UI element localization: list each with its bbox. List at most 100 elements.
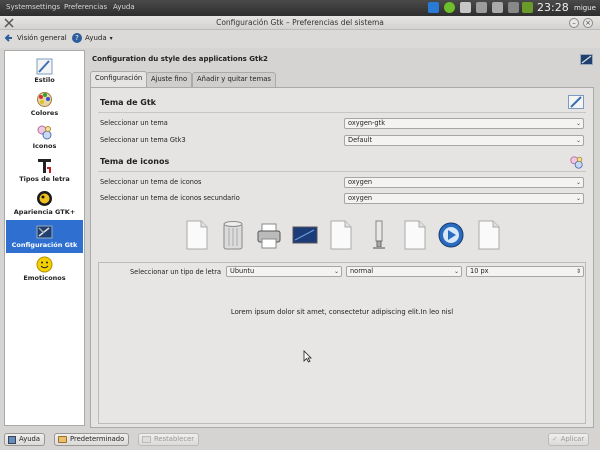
mouse-cursor-icon — [303, 350, 312, 363]
divider — [98, 112, 586, 113]
tab-ajuste-fino[interactable]: Ajuste fino — [146, 72, 193, 87]
printer-icon — [257, 223, 281, 249]
volume-icon[interactable] — [492, 2, 503, 13]
font-style-select[interactable]: normal ⌄ — [346, 266, 462, 277]
help-book-icon — [8, 435, 16, 444]
spin-arrows-icon[interactable]: ⇕ — [576, 267, 581, 276]
help-button[interactable]: Ayuda — [4, 433, 45, 446]
sidebar-item-label: Tipos de letra — [19, 175, 70, 183]
title-bar: Configuración Gtk – Preferencias del sis… — [0, 16, 600, 30]
window-title: Configuración Gtk – Preferencias del sis… — [216, 18, 384, 27]
defaults-button[interactable]: Predeterminado — [54, 433, 130, 446]
clock[interactable]: 23:28 — [537, 1, 569, 14]
theme-select-value: oxygen-gtk — [348, 119, 386, 127]
palette-icon — [37, 92, 52, 107]
chevron-down-icon: ▾ — [109, 34, 113, 42]
chevron-down-icon: ⌄ — [575, 137, 581, 144]
sidebar-item-iconos[interactable]: Iconos — [6, 121, 83, 154]
chevron-down-icon: ⌄ — [575, 120, 581, 127]
settings-icon[interactable] — [476, 2, 487, 13]
gtk3-theme-select-value: Default — [348, 136, 373, 144]
brush-icon — [36, 58, 53, 75]
usb-drive-icon — [373, 220, 385, 249]
icon-theme-title: Tema de iconos — [100, 157, 170, 166]
document-icon — [478, 220, 500, 250]
sidebar-item-label: Emoticonos — [23, 274, 66, 282]
theme-select[interactable]: oxygen-gtk ⌄ — [344, 118, 584, 129]
help-menu-button[interactable]: ? Ayuda ▾ — [72, 33, 113, 43]
tab-anadir-quitar-temas[interactable]: Añadir y quitar temas — [192, 72, 276, 87]
font-style-value: normal — [350, 267, 374, 275]
reset-button[interactable]: Restablecer — [138, 433, 200, 446]
font-icon — [38, 159, 51, 173]
icon-theme-select[interactable]: oxygen ⌄ — [344, 177, 584, 188]
help-icon: ? — [72, 33, 82, 43]
mail-icon[interactable] — [428, 2, 439, 13]
back-arrow-icon — [4, 34, 12, 42]
apply-button-label: Aplicar — [560, 435, 585, 443]
trash-icon — [223, 221, 243, 250]
battery-icon[interactable] — [522, 2, 533, 13]
font-size-value: 10 px — [470, 267, 489, 275]
chevron-down-icon: ⌄ — [333, 268, 339, 275]
document-icon — [330, 220, 352, 250]
chevron-down-icon: ⌄ — [453, 268, 459, 275]
gtk-config-icon — [580, 54, 593, 65]
help-button-label: Ayuda — [19, 435, 40, 443]
sidebar-item-label: Colores — [30, 109, 59, 117]
overview-label: Visión general — [17, 34, 67, 42]
apply-button[interactable]: ✓ Aplicar — [548, 433, 590, 446]
font-label: Seleccionar un tipo de letra — [130, 268, 222, 276]
checkmark-icon: ✓ — [552, 435, 558, 443]
close-icon[interactable]: × — [583, 18, 593, 28]
network-icon[interactable] — [460, 2, 471, 13]
font-family-select[interactable]: Ubuntu ⌄ — [226, 266, 342, 277]
sidebar-item-estilo[interactable]: Estilo — [6, 55, 83, 88]
chevron-down-icon: ⌄ — [575, 179, 581, 186]
sidebar-item-emoticonos[interactable]: Emoticonos — [6, 253, 83, 286]
sidebar: Estilo Colores Iconos Tipos de letra Apa… — [4, 50, 85, 426]
menu-preferencias[interactable]: Preferencias — [64, 3, 107, 11]
media-player-icon — [438, 222, 464, 248]
chevron-down-icon: ⌄ — [575, 195, 581, 202]
brush-icon — [568, 95, 584, 109]
icons-icon — [37, 125, 52, 140]
gtk-config-icon — [36, 225, 53, 239]
toolbar: Visión general ? Ayuda ▾ — [0, 30, 600, 48]
icon-theme-label: Seleccionar un tema de iconos — [100, 178, 202, 186]
sidebar-item-configuracion-gtk[interactable]: Configuración Gtk — [6, 220, 83, 253]
sidebar-item-label: Iconos — [32, 142, 57, 150]
icon-theme-select-value: oxygen — [348, 178, 373, 186]
monitor-icon — [292, 226, 318, 244]
divider — [98, 171, 586, 172]
wifi-icon[interactable] — [508, 2, 519, 13]
icons-icon — [570, 156, 583, 169]
reset-button-label: Restablecer — [154, 435, 195, 443]
font-family-value: Ubuntu — [230, 267, 255, 275]
gimp-icon — [37, 191, 52, 206]
minimize-icon[interactable]: – — [569, 18, 579, 28]
secondary-icon-theme-select-value: oxygen — [348, 194, 373, 202]
font-preview-box — [98, 262, 586, 424]
defaults-icon — [58, 436, 67, 443]
gtk3-theme-label: Seleccionar un tema Gtk3 — [100, 136, 186, 144]
user-name[interactable]: migue — [574, 4, 596, 12]
sidebar-item-label: Configuración Gtk — [11, 241, 78, 249]
overview-button[interactable]: Visión general — [4, 33, 67, 43]
menu-systemsettings[interactable]: Systemsettings — [6, 3, 60, 11]
page-title: Configuration du style des applications … — [92, 55, 268, 63]
sidebar-item-colores[interactable]: Colores — [6, 88, 83, 121]
help-label: Ayuda — [85, 34, 107, 42]
gtk-theme-title: Tema de Gtk — [100, 98, 156, 107]
theme-label: Seleccionar un tema — [100, 119, 168, 127]
font-size-spinbox[interactable]: 10 px ⇕ — [466, 266, 584, 277]
tab-configuracion[interactable]: Configuración — [90, 71, 148, 87]
updates-icon[interactable] — [444, 2, 455, 13]
sidebar-item-label: Estilo — [34, 76, 55, 84]
sidebar-item-apariencia-gtk[interactable]: Apariencia GTK+ — [6, 187, 83, 220]
menu-ayuda[interactable]: Ayuda — [113, 3, 135, 11]
document-icon — [404, 220, 426, 250]
secondary-icon-theme-select[interactable]: oxygen ⌄ — [344, 193, 584, 204]
gtk3-theme-select[interactable]: Default ⌄ — [344, 135, 584, 146]
sidebar-item-tipos-de-letra[interactable]: Tipos de letra — [6, 154, 83, 187]
